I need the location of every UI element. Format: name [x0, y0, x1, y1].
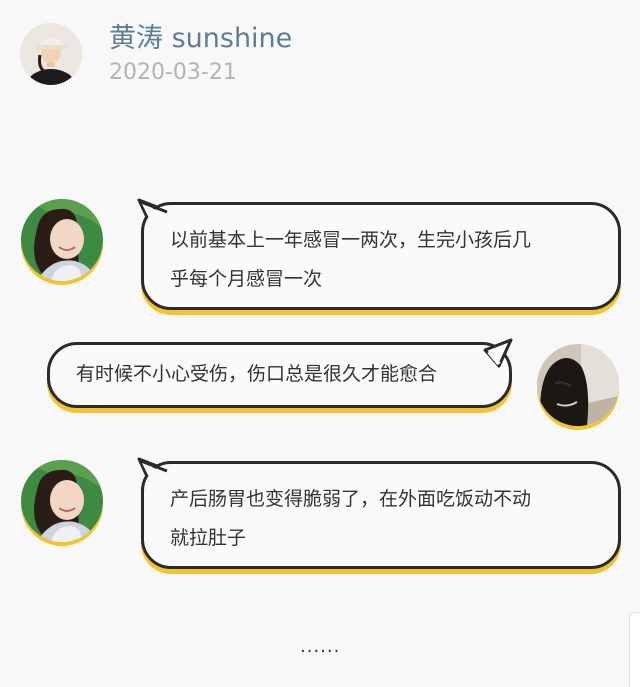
- more-ellipsis: ......: [300, 636, 341, 657]
- post-header: 黄涛 sunshine 2020-03-21: [0, 0, 640, 110]
- author-name[interactable]: 黄涛 sunshine: [109, 16, 292, 55]
- author-avatar[interactable]: [20, 23, 82, 85]
- avatar-left-2[interactable]: [21, 460, 103, 542]
- message-line: 乎每个月感冒一次: [170, 268, 323, 290]
- woman-long-hair-avatar-icon: [537, 344, 619, 426]
- avatar-right-1[interactable]: [537, 344, 619, 426]
- speech-tail-icon: [483, 338, 513, 368]
- message-line: 就拉肚子: [170, 527, 247, 549]
- message-bubble-1: 以前基本上一年感冒一两次，生完小孩后几 乎每个月感冒一次: [137, 198, 621, 310]
- message-bubble-2: 有时候不小心受伤，伤口总是很久才能愈合: [47, 338, 513, 408]
- message-bubble-3: 产后肠胃也变得脆弱了，在外面吃饭动不动 就拉肚子: [137, 457, 621, 569]
- message-line: 以前基本上一年感冒一两次，生完小孩后几: [170, 229, 532, 251]
- message-line: 产后肠胃也变得脆弱了，在外面吃饭动不动: [170, 488, 532, 510]
- post-date: 2020-03-21: [109, 60, 237, 85]
- message-line: 有时候不小心受伤，伤口总是很久才能愈合: [76, 363, 438, 385]
- smiling-woman-avatar-icon: [21, 460, 103, 542]
- speech-tail-mask-icon: [140, 459, 168, 483]
- scrollbar-edge[interactable]: [629, 612, 640, 687]
- speech-tail-mask-icon: [140, 200, 168, 224]
- woman-in-bucket-hat-photo-icon: [20, 23, 82, 85]
- avatar-left-1[interactable]: [21, 199, 103, 281]
- smiling-woman-avatar-icon: [21, 199, 103, 281]
